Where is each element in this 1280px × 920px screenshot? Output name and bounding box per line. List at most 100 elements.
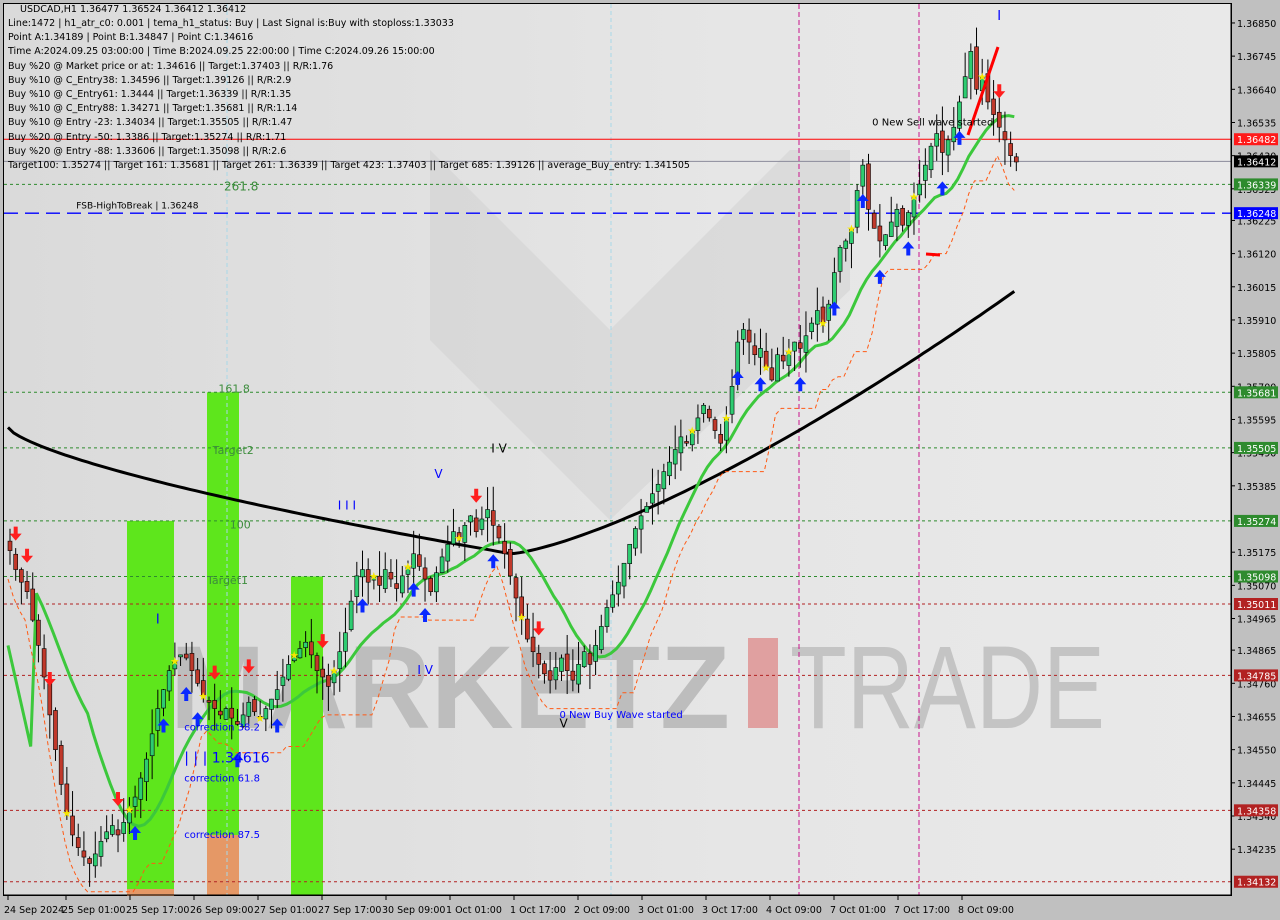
candle-bear [314,655,320,671]
candle-bear [752,345,758,356]
info-line: Buy %10 @ Entry -23: 1.34034 || Target:1… [8,117,293,129]
candle-bear [87,858,92,864]
price-tag-label: 1.36412 [1237,157,1276,168]
candle-bull [934,133,940,147]
candle-bear [183,653,189,659]
candle-bear [81,850,87,858]
price-tick-label: 1.35385 [1237,482,1276,493]
candle-bull [627,543,633,564]
star-icon: ★ [329,665,339,678]
candle-bear [417,554,422,567]
star-icon: ★ [721,412,731,425]
time-tick-label: 8 Oct 09:00 [958,905,1014,916]
candle-bear [508,549,513,577]
time-tick-label: 27 Sep 01:00 [254,905,317,916]
candle-bull [434,572,439,593]
candle-bull [485,509,490,519]
candle-bull [923,164,928,181]
candle-bull [382,569,388,589]
candle-bull [161,689,166,709]
price-tick-label: 1.36640 [1237,85,1276,96]
price-tag: 1.35098 [1234,570,1278,584]
time-tick-label: 7 Oct 01:00 [830,905,886,916]
candle-bull [888,221,894,237]
candle-bull [758,348,763,358]
time-tick-label: 3 Oct 01:00 [638,905,694,916]
price-tag: 1.35681 [1234,386,1278,399]
price-tag-label: 1.36248 [1237,209,1276,220]
chart-annotation: I I I [338,499,356,513]
candle-bull [616,581,621,595]
candle-bear [53,710,58,750]
star-icon: ★ [818,317,828,330]
candle-bull [104,831,109,840]
buy-arrow-icon [873,269,886,284]
price-tag-label: 1.34132 [1237,878,1276,889]
chart-annotation: 0 New Buy Wave started [559,710,682,721]
candle-bear [388,572,394,580]
chart-annotation: correction 61.8 [184,773,260,784]
time-tick-label: 26 Sep 09:00 [190,905,253,916]
candle-bear [707,408,712,419]
candle-bull [593,645,598,662]
candle-bull [650,493,655,504]
info-line: Buy %10 @ C_Entry61: 1.3444 || Target:1.… [8,89,292,100]
candle-bear [218,710,223,716]
price-tick-label: 1.35595 [1237,415,1276,426]
candle-bear [394,583,399,589]
chart-window[interactable]: MARKETZ TRADE ★ ★ ★ ★ ★ ★ ★ ★ ★ ★ ★ ★ ★ ★ ★ ★ ★ ★ ★ 261.8 FSB-… [0,0,1280,920]
price-tag-label: 1.35505 [1237,444,1276,455]
chart-annotation: 100 [230,518,251,531]
candle-bear [547,670,553,681]
price-tick-label: 1.34445 [1237,779,1276,790]
candle-bull [598,626,604,650]
candle-bull [98,840,104,857]
chart-annotation: I V [491,442,507,456]
price-tag-label: 1.34358 [1237,806,1276,817]
candle-bear [19,569,24,583]
sell-arrow-icon [470,488,483,503]
candle-bull [576,664,581,685]
time-tick-label: 25 Sep 01:00 [62,905,125,916]
price-tag: 1.36339 [1234,178,1278,191]
candle-bear [871,212,877,229]
candle-bull [274,689,280,700]
candle-bull [92,853,98,867]
candle-bull [343,632,348,652]
star-icon: ★ [687,425,697,438]
sell-arrow-icon [21,548,34,563]
candle-bear [496,525,502,539]
price-tag-label: 1.35098 [1237,573,1276,584]
candle-bull [809,322,814,332]
candle-bull [741,329,746,340]
candle-bear [13,553,18,570]
watermark-text-left: MARKETZ [170,622,730,754]
time-tick-label: 7 Oct 17:00 [894,905,950,916]
candle-bull [701,404,706,415]
chart-annotation: FSB-HighToBreak | 1.36248 [76,202,198,212]
time-tick-label: 1 Oct 17:00 [510,905,566,916]
price-tick-label: 1.36015 [1237,283,1276,294]
correction-zone [207,834,239,895]
candle-bull [962,76,968,99]
candle-bear [115,829,121,836]
price-tag-label: 1.35011 [1237,600,1276,611]
time-tick-label: 1 Oct 01:00 [446,905,502,916]
candle-bear [536,652,542,665]
price-tag-label: 1.35274 [1237,517,1276,528]
candle-bear [530,636,536,653]
candle-bear [570,670,576,681]
candle-bear [746,329,752,343]
candle-bear [75,837,81,848]
candle-bull [439,556,445,573]
candle-bear [712,419,718,431]
star-icon: ★ [289,649,299,662]
candle-bull [166,670,172,692]
candle-bear [940,130,945,153]
info-line: Buy %10 @ C_Entry88: 1.34271 || Target:1… [8,103,298,115]
info-line: Buy %20 @ Entry -50: 1.3386 || Target:1.… [8,131,287,143]
candle-bull [832,272,837,304]
candle-bull [894,209,900,227]
candle-bear [473,517,479,532]
candle-bear [24,581,30,592]
